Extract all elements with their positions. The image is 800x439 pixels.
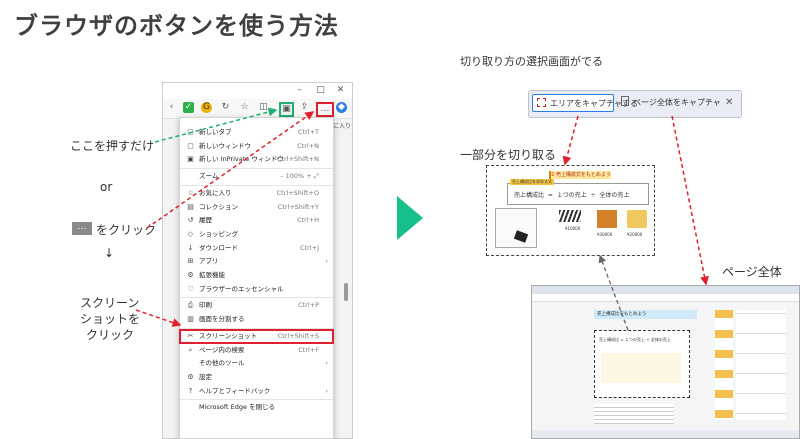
arrow-press-here	[154, 107, 278, 143]
arrow-to-full	[671, 115, 709, 286]
arrow-click-dots	[146, 111, 315, 229]
connector-arrows	[135, 107, 709, 331]
arrow-full-to-partial	[598, 254, 629, 331]
arrow-to-partial	[562, 115, 579, 166]
arrow-screenshot-item	[135, 309, 182, 327]
